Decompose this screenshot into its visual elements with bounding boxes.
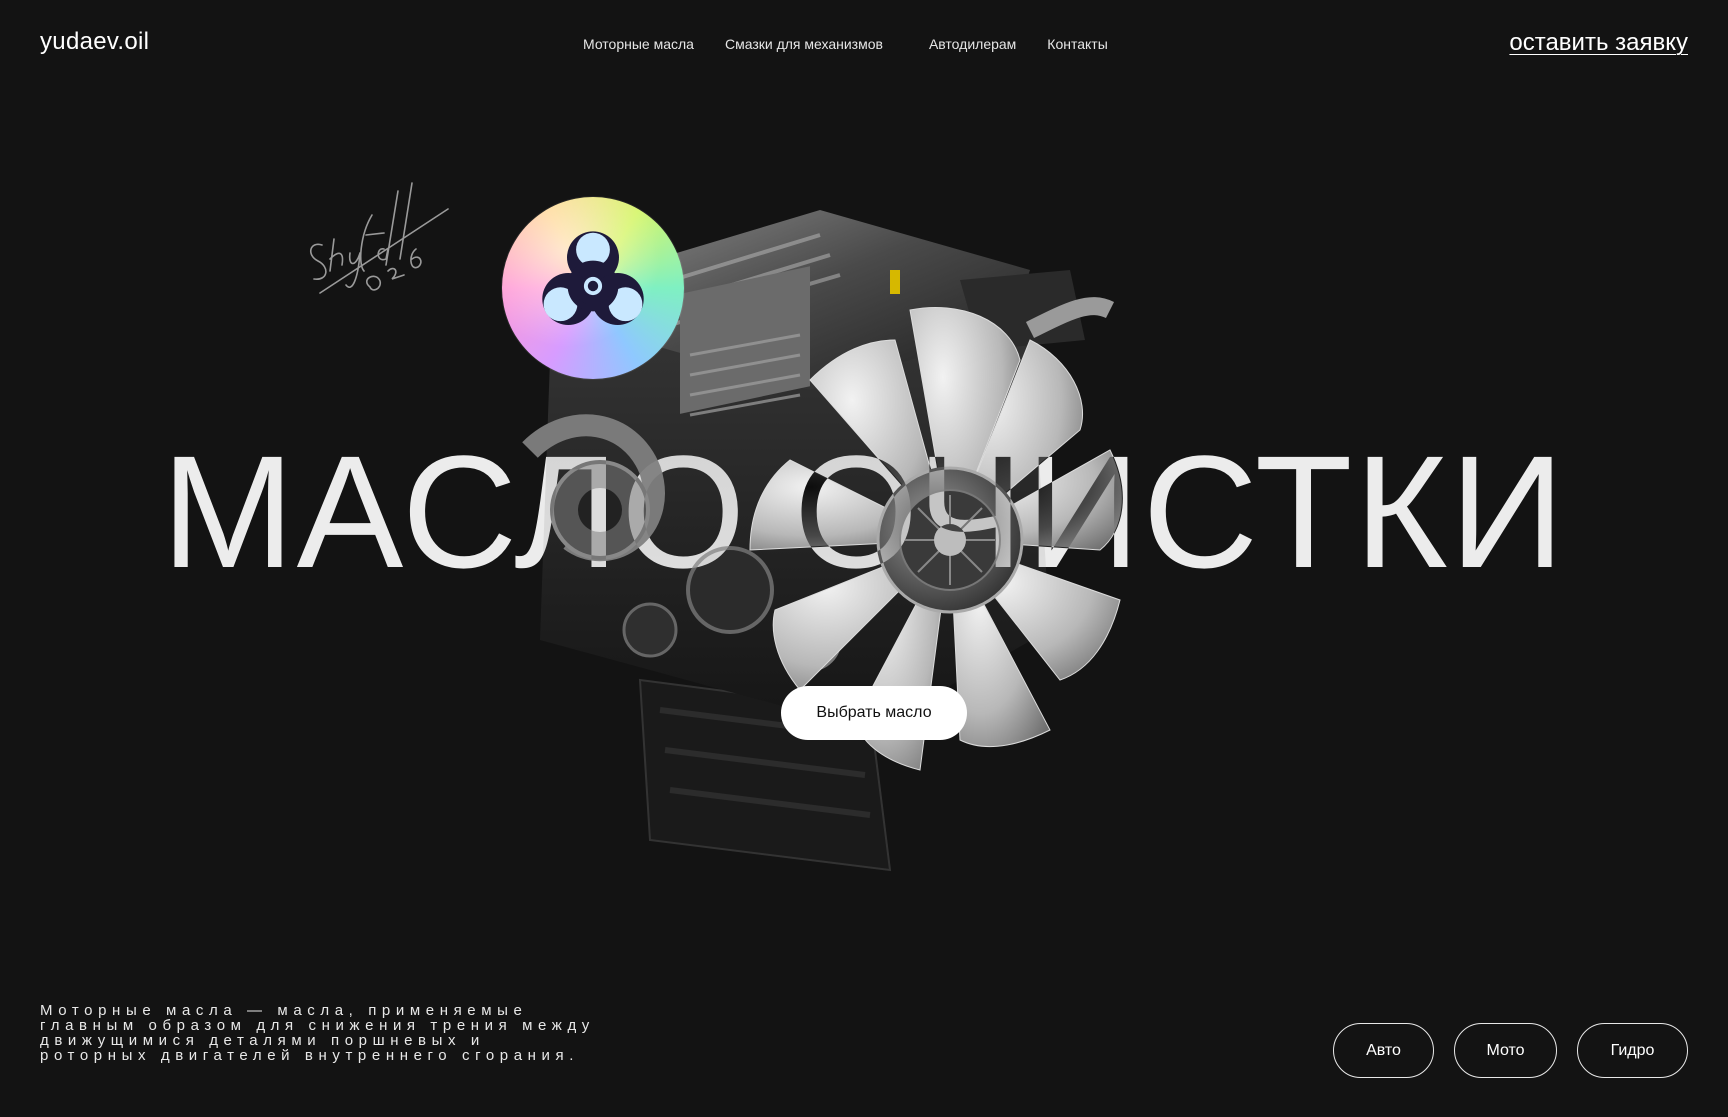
signature-image	[300, 175, 450, 315]
description-text: Моторные масла — масла, применяемые глав…	[40, 1002, 595, 1064]
nav-item-contacts[interactable]: Контакты	[1047, 36, 1107, 52]
biohazard-icon	[542, 231, 644, 325]
category-buttons: Авто Мото Гидро	[1333, 1023, 1688, 1078]
choose-oil-button[interactable]: Выбрать масло	[781, 686, 967, 740]
signature-glyph	[310, 182, 449, 294]
leave-request-link[interactable]: оставить заявку	[1509, 29, 1688, 57]
nav-item-dealers[interactable]: Автодилерам	[929, 36, 1016, 52]
hero-title: МАСЛО ОЧИСТКИ	[161, 422, 1567, 601]
biohazard-sticker	[502, 197, 684, 379]
nav-item-lubricants[interactable]: Смазки для механизмов	[725, 36, 883, 52]
main-nav: Моторные масла Смазки для механизмов Авт…	[583, 36, 1108, 52]
nav-item-motor-oils[interactable]: Моторные масла	[583, 36, 694, 52]
landing-page: yudaev.oil Моторные масла Смазки для мех…	[0, 0, 1728, 1117]
category-auto-button[interactable]: Авто	[1333, 1023, 1434, 1078]
brand-logo[interactable]: yudaev.oil	[40, 28, 149, 56]
category-moto-button[interactable]: Мото	[1454, 1023, 1557, 1078]
category-hydro-button[interactable]: Гидро	[1577, 1023, 1688, 1078]
